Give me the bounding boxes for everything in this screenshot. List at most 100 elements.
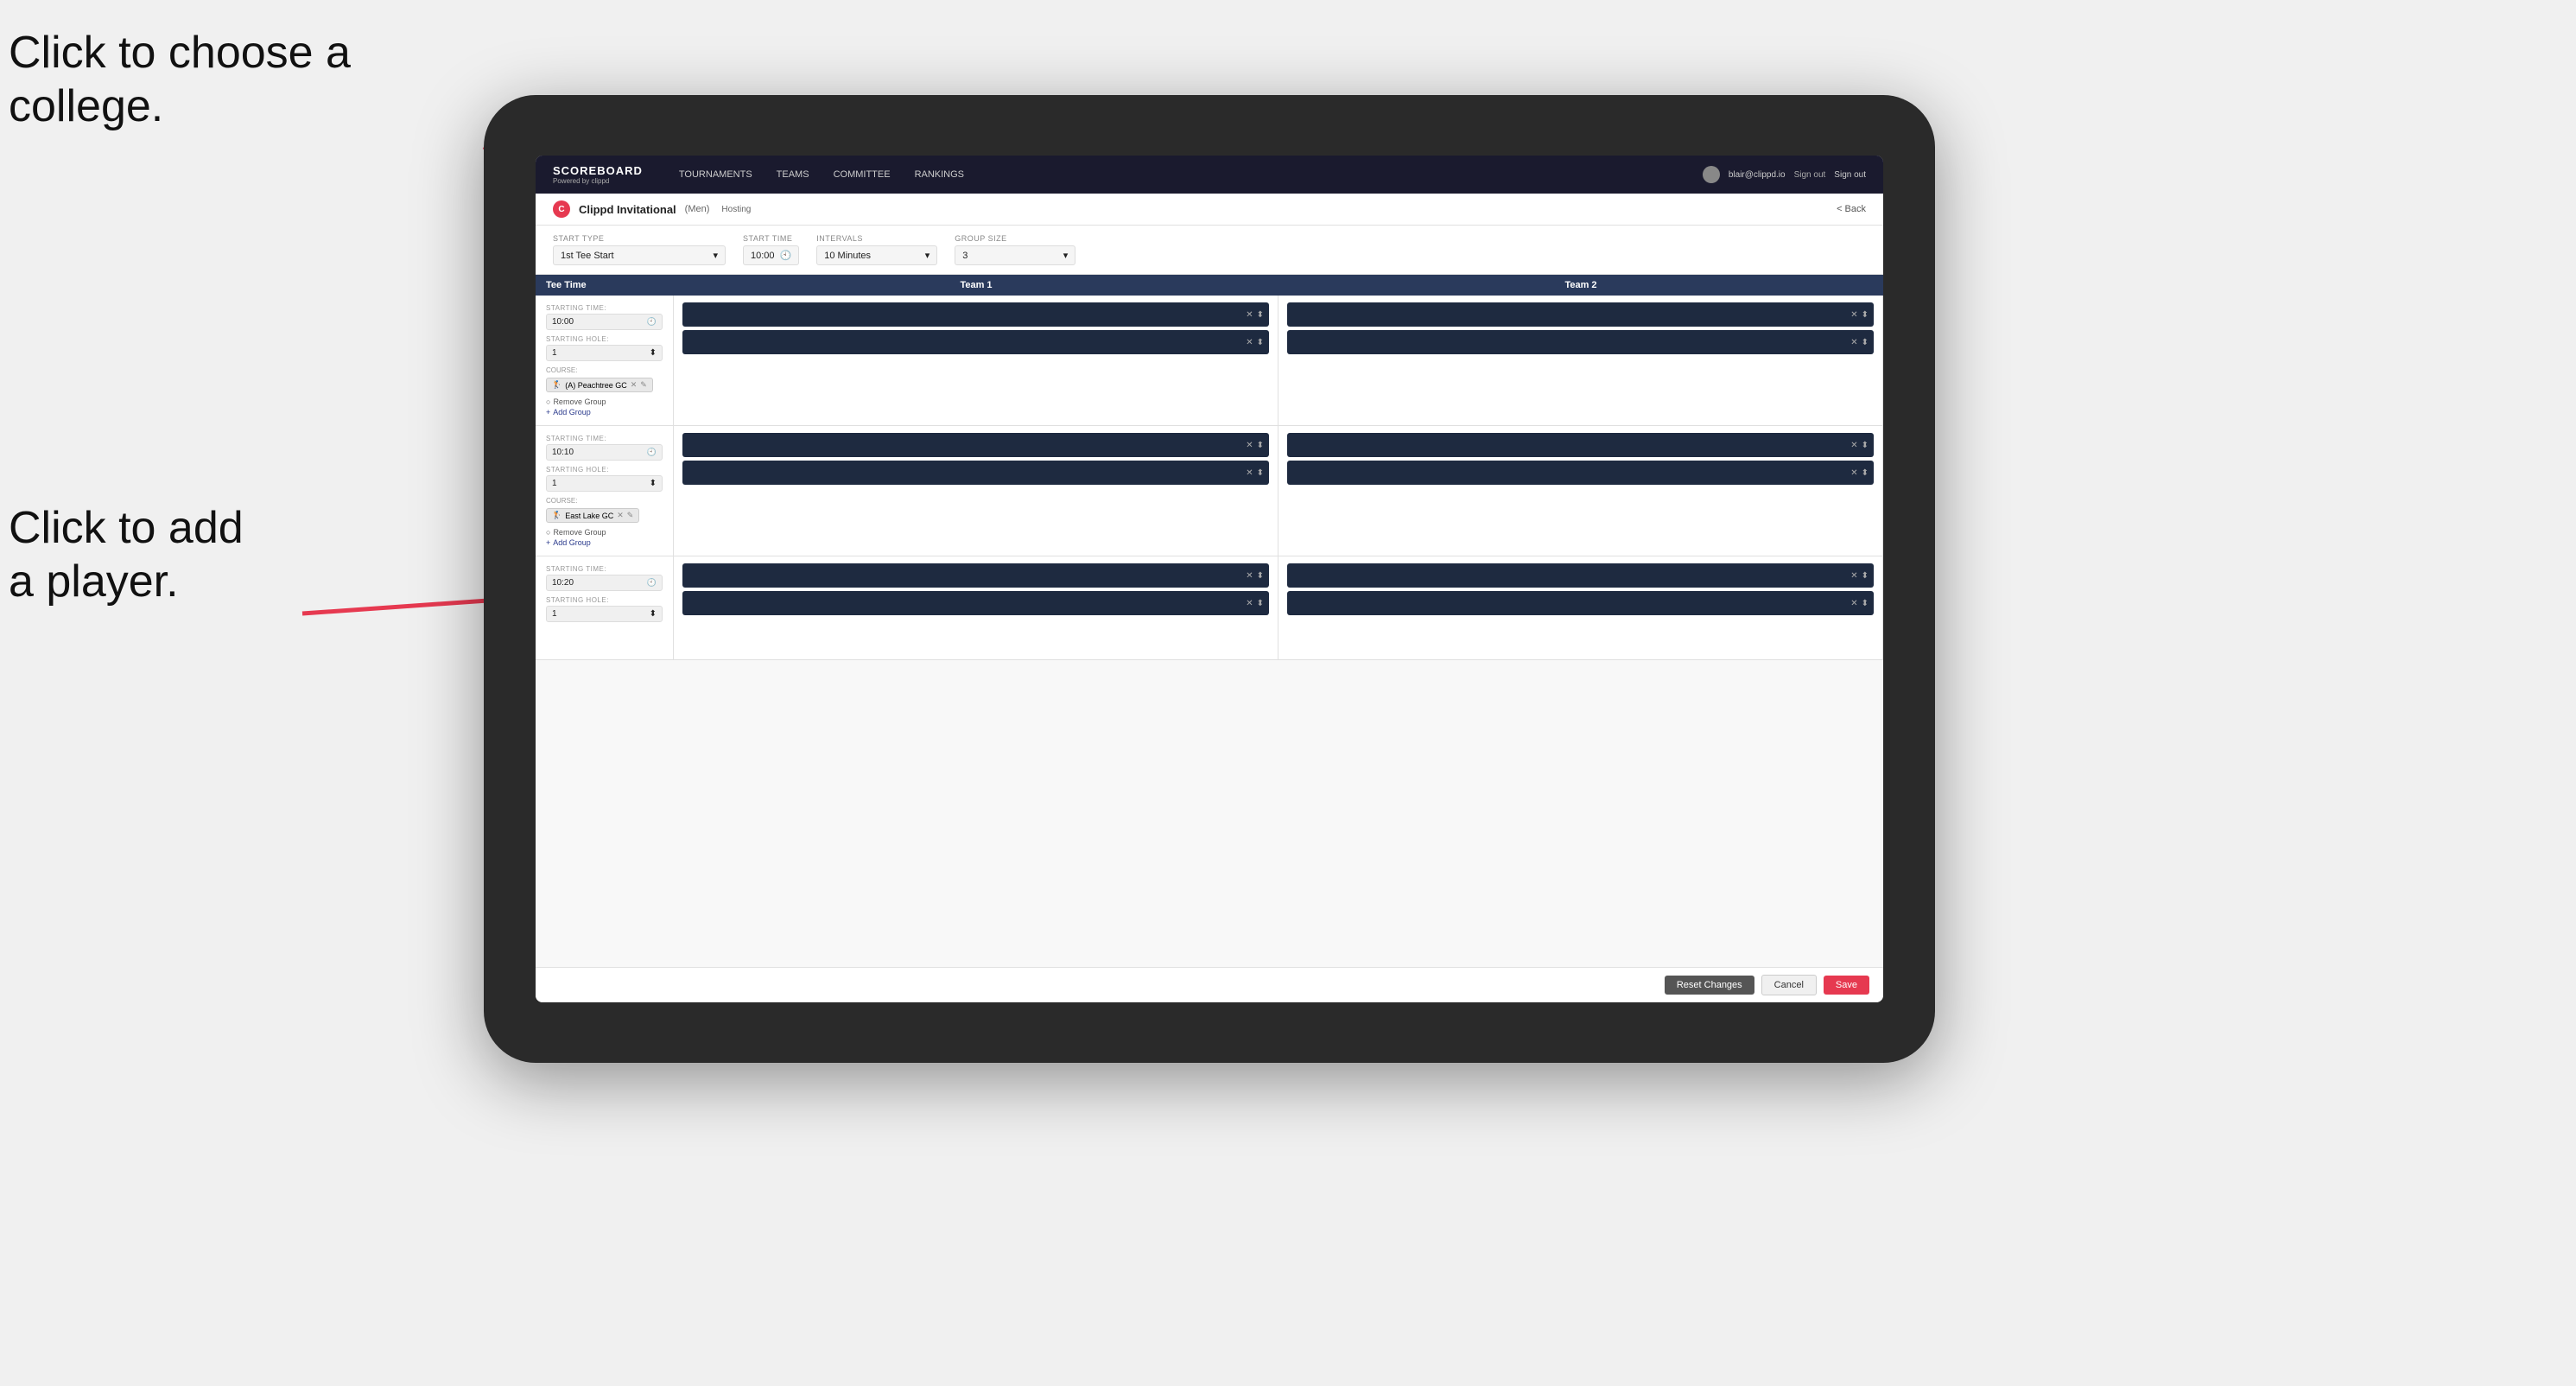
expand-icon[interactable]: ⬍ [1257, 310, 1264, 320]
starting-time-label-3: STARTING TIME: [546, 565, 663, 573]
expand-icon[interactable]: ⬍ [1862, 338, 1869, 347]
main-content[interactable]: STARTING TIME: 10:00 🕙 STARTING HOLE: 1 … [536, 296, 1883, 967]
sign-out-link[interactable]: Sign out [1794, 170, 1826, 180]
starting-time-label-2: STARTING TIME: [546, 435, 663, 442]
player-slot-6-2[interactable]: ✕ ⬍ [1287, 591, 1874, 615]
sign-out-text[interactable]: Sign out [1834, 170, 1866, 180]
tee-row-3: STARTING TIME: 10:20 🕙 STARTING HOLE: 1 … [536, 556, 1883, 660]
course-tag-2[interactable]: 🏌 East Lake GC ✕ ✎ [546, 508, 639, 523]
expand-icon[interactable]: ⬍ [1257, 571, 1264, 581]
player-slot-1-1[interactable]: ✕ ⬍ [682, 302, 1269, 327]
player-slot-5-2[interactable]: ✕ ⬍ [682, 591, 1269, 615]
close-icon[interactable]: ✕ [1246, 468, 1253, 478]
start-time-input[interactable]: 10:00 🕙 [743, 245, 799, 265]
starting-hole-value-3[interactable]: 1 ⬍ [546, 606, 663, 622]
group-size-group: Group Size 3 ▾ [955, 234, 1075, 265]
tee-info-1: STARTING TIME: 10:00 🕙 STARTING HOLE: 1 … [536, 296, 674, 425]
chevron-icon: ⬍ [650, 348, 657, 358]
close-icon[interactable]: ✕ [1850, 468, 1857, 478]
course-edit-icon-2[interactable]: ✎ [627, 511, 634, 520]
start-time-group: Start Time 10:00 🕙 [743, 234, 799, 265]
back-button[interactable]: < Back [1837, 204, 1866, 214]
expand-icon[interactable]: ⬍ [1257, 338, 1264, 347]
add-group-btn-2[interactable]: + Add Group [546, 538, 663, 547]
expand-icon[interactable]: ⬍ [1257, 468, 1264, 478]
group-size-select[interactable]: 3 ▾ [955, 245, 1075, 265]
nav-committee[interactable]: COMMITTEE [823, 166, 901, 183]
reset-changes-button[interactable]: Reset Changes [1665, 976, 1754, 995]
cancel-button[interactable]: Cancel [1761, 975, 1817, 995]
starting-time-label-1: STARTING TIME: [546, 304, 663, 312]
course-remove-icon-1[interactable]: ✕ [631, 380, 638, 390]
close-icon[interactable]: ✕ [1850, 571, 1857, 581]
remove-group-btn-2[interactable]: ○ Remove Group [546, 528, 663, 537]
chevron-icon: ⬍ [650, 479, 657, 488]
player-slot-4-2[interactable]: ✕ ⬍ [1287, 461, 1874, 485]
expand-icon[interactable]: ⬍ [1862, 441, 1869, 450]
expand-icon[interactable]: ⬍ [1257, 441, 1264, 450]
player-slot-2-2[interactable]: ✕ ⬍ [1287, 330, 1874, 354]
course-tag-1[interactable]: 🏌 (A) Peachtree GC ✕ ✎ [546, 378, 653, 392]
starting-hole-value-1[interactable]: 1 ⬍ [546, 345, 663, 361]
course-remove-icon-2[interactable]: ✕ [617, 511, 624, 520]
nav-tournaments[interactable]: TOURNAMENTS [669, 166, 763, 183]
player-slot-4-1[interactable]: ✕ ⬍ [1287, 433, 1874, 457]
starting-time-value-3[interactable]: 10:20 🕙 [546, 575, 663, 591]
close-icon[interactable]: ✕ [1246, 571, 1253, 581]
brand-title: SCOREBOARD [553, 164, 643, 177]
remove-group-btn-1[interactable]: ○ Remove Group [546, 397, 663, 406]
player-slot-2-1[interactable]: ✕ ⬍ [1287, 302, 1874, 327]
starting-hole-value-2[interactable]: 1 ⬍ [546, 475, 663, 492]
starting-hole-label-2: STARTING HOLE: [546, 466, 663, 474]
expand-icon[interactable]: ⬍ [1862, 599, 1869, 608]
add-group-btn-1[interactable]: + Add Group [546, 408, 663, 416]
close-icon[interactable]: ✕ [1246, 338, 1253, 347]
expand-icon[interactable]: ⬍ [1862, 310, 1869, 320]
close-icon[interactable]: ✕ [1246, 310, 1253, 320]
group-size-label: Group Size [955, 234, 1075, 243]
expand-icon[interactable]: ⬍ [1862, 571, 1869, 581]
close-icon[interactable]: ✕ [1850, 310, 1857, 320]
tee-actions-2: ○ Remove Group + Add Group [546, 528, 663, 547]
footer: Reset Changes Cancel Save [536, 967, 1883, 1002]
tablet-frame: SCOREBOARD Powered by clippd TOURNAMENTS… [484, 95, 1935, 1063]
table-header: Tee Time Team 1 Team 2 [536, 275, 1883, 296]
nav-teams[interactable]: TEAMS [766, 166, 820, 183]
course-icon: 🏌 [552, 511, 562, 520]
col-team1: Team 1 [674, 275, 1278, 296]
player-slot-3-2[interactable]: ✕ ⬍ [682, 461, 1269, 485]
close-icon[interactable]: ✕ [1850, 338, 1857, 347]
close-icon[interactable]: ✕ [1246, 599, 1253, 608]
course-name-1: (A) Peachtree GC [565, 381, 627, 390]
header-right: blair@clippd.io Sign out Sign out [1703, 166, 1866, 183]
save-button[interactable]: Save [1824, 976, 1869, 995]
course-edit-icon-1[interactable]: ✎ [640, 380, 647, 390]
expand-icon[interactable]: ⬍ [1862, 468, 1869, 478]
intervals-label: Intervals [816, 234, 937, 243]
player-slot-1-2[interactable]: ✕ ⬍ [682, 330, 1269, 354]
sub-header: C Clippd Invitational (Men) Hosting < Ba… [536, 194, 1883, 226]
player-slot-5-1[interactable]: ✕ ⬍ [682, 563, 1269, 588]
brand-subtitle: Powered by clippd [553, 177, 643, 185]
starting-time-value-1[interactable]: 10:00 🕙 [546, 314, 663, 330]
team1-cell-1: ✕ ⬍ ✕ ⬍ [674, 296, 1278, 425]
clock-icon: 🕙 [647, 448, 657, 457]
close-icon[interactable]: ✕ [1850, 441, 1857, 450]
annotation-choose-college: Click to choose a college. [9, 26, 351, 134]
player-slot-6-1[interactable]: ✕ ⬍ [1287, 563, 1874, 588]
close-icon[interactable]: ✕ [1246, 441, 1253, 450]
tee-info-2: STARTING TIME: 10:10 🕙 STARTING HOLE: 1 … [536, 426, 674, 556]
clippd-logo: C [553, 200, 570, 218]
chevron-down-icon: ▾ [713, 250, 718, 261]
annotation-add-player: Click to add a player. [9, 501, 244, 609]
starting-time-value-2[interactable]: 10:10 🕙 [546, 444, 663, 461]
player-slot-3-1[interactable]: ✕ ⬍ [682, 433, 1269, 457]
nav-rankings[interactable]: RANKINGS [904, 166, 974, 183]
brand: SCOREBOARD Powered by clippd [553, 164, 643, 185]
start-type-group: Start Type 1st Tee Start ▾ [553, 234, 726, 265]
close-icon[interactable]: ✕ [1850, 599, 1857, 608]
user-avatar [1703, 166, 1720, 183]
start-type-select[interactable]: 1st Tee Start ▾ [553, 245, 726, 265]
expand-icon[interactable]: ⬍ [1257, 599, 1264, 608]
intervals-select[interactable]: 10 Minutes ▾ [816, 245, 937, 265]
